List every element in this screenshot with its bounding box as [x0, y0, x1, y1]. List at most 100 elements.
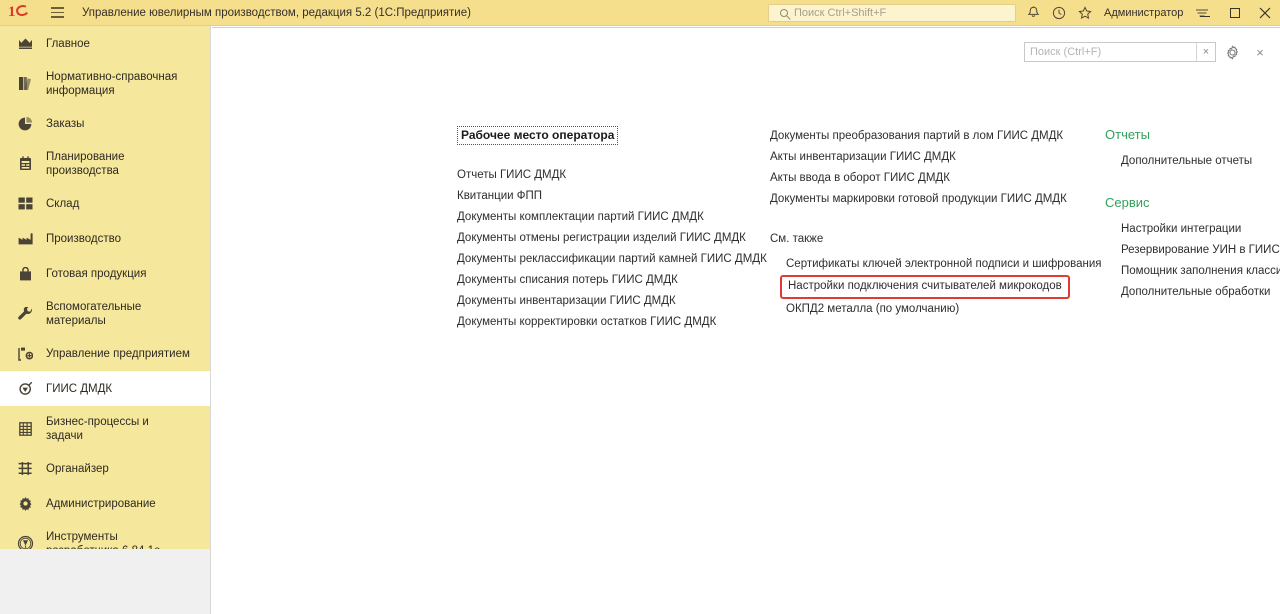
sidebar-item-label: Готовая продукция	[46, 267, 147, 280]
service-link-1[interactable]: Настройки интеграции	[1121, 219, 1280, 240]
list-blocks-icon	[14, 421, 36, 436]
close-window-button[interactable]	[1250, 0, 1280, 26]
service-link-3[interactable]: Помощник заполнения классификаторов камн…	[1121, 261, 1280, 282]
calendar-lock-icon	[14, 156, 36, 171]
star-icon[interactable]	[1072, 0, 1098, 26]
gear-icon	[14, 496, 36, 511]
link-col1-7[interactable]: Документы инвентаризации ГИИС ДМДК	[457, 291, 757, 312]
clear-search-button[interactable]: ×	[1196, 43, 1215, 61]
books-icon	[14, 76, 36, 91]
sidebar-item-label: Вспомогательные материалы	[46, 300, 142, 327]
sidebar-item-3[interactable]: Заказы	[0, 106, 210, 141]
minimize-icon	[1200, 15, 1210, 18]
title-bar-icon-group: Администратор	[1020, 0, 1215, 26]
link-col2-1[interactable]: Документы преобразования партий в лом ГИ…	[770, 126, 1090, 147]
maximize-icon	[1230, 8, 1240, 18]
sidebar-item-2[interactable]: Нормативно-справочная информация	[0, 61, 210, 106]
app-logo-icon[interactable]: 1	[8, 3, 42, 21]
link-col1-3[interactable]: Документы комплектации партий ГИИС ДМДК	[457, 207, 757, 228]
service-link-2[interactable]: Резервирование УИН в ГИИС ДМДК	[1121, 240, 1280, 261]
content-toolbar: × ×	[1024, 41, 1272, 63]
service-link-4[interactable]: Дополнительные обработки	[1121, 282, 1280, 303]
org-chart-icon	[14, 347, 36, 361]
search-icon	[780, 9, 788, 17]
link-col1-5[interactable]: Документы реклассификации партий камней …	[457, 249, 767, 270]
sidebar-item-13[interactable]: Администрирование	[0, 486, 210, 521]
bag-icon	[14, 266, 36, 281]
report-link-1[interactable]: Дополнительные отчеты	[1121, 151, 1280, 172]
content-search-box[interactable]: ×	[1024, 42, 1216, 62]
tools-badge-icon	[14, 535, 36, 549]
sidebar-item-label: Бизнес-процессы и задачи	[46, 415, 149, 442]
sidebar-item-label: Производство	[46, 232, 121, 245]
settings-button[interactable]	[1220, 41, 1244, 63]
link-col1-8[interactable]: Документы корректировки остатков ГИИС ДМ…	[457, 312, 757, 333]
hamburger-line	[50, 16, 64, 18]
link-col2-2[interactable]: Акты инвентаризации ГИИС ДМДК	[770, 147, 1090, 168]
history-icon[interactable]	[1046, 0, 1072, 26]
content-column-2: Документы преобразования партий в лом ГИ…	[770, 126, 1101, 320]
sidebar-item-10[interactable]: ГИИС ДМДК	[0, 371, 210, 406]
sidebar-item-label: Администрирование	[46, 497, 156, 510]
sidebar-item-label: Склад	[46, 197, 80, 210]
factory-icon	[14, 232, 36, 245]
gear-icon	[1226, 45, 1238, 59]
content-column-3: Отчеты Дополнительные отчеты Сервис Наст…	[1105, 126, 1280, 303]
hamburger-line	[50, 7, 64, 9]
close-icon	[1259, 7, 1271, 19]
global-search-box[interactable]: Поиск Ctrl+Shift+F	[768, 4, 1016, 22]
link-col1-2[interactable]: Квитанции ФПП	[457, 186, 757, 207]
sidebar-item-label: ГИИС ДМДК	[46, 382, 113, 395]
sidebar-item-label: Заказы	[46, 117, 85, 130]
sidebar-item-6[interactable]: Производство	[0, 221, 210, 256]
service-group-header: Сервис	[1105, 195, 1150, 210]
sidebar-item-label: Инструменты разработчика 6.84.1e	[46, 530, 160, 550]
maximize-button[interactable]	[1220, 0, 1250, 26]
pie-chart-icon	[14, 116, 36, 131]
minimize-button[interactable]	[1190, 0, 1220, 26]
main-menu-icon[interactable]	[46, 3, 68, 23]
see-also-label: См. также	[770, 233, 824, 245]
organizer-icon	[14, 462, 36, 475]
user-name-label[interactable]: Администратор	[1098, 7, 1189, 19]
link-col1-1[interactable]: Отчеты ГИИС ДМДК	[457, 165, 757, 186]
sidebar-item-11[interactable]: Бизнес-процессы и задачи	[0, 406, 210, 451]
search-input[interactable]	[1025, 43, 1196, 61]
see-also-link-1[interactable]: Сертификаты ключей электронной подписи и…	[786, 254, 1101, 275]
link-col2-4[interactable]: Документы маркировки готовой продукции Г…	[770, 189, 1090, 210]
sidebar-item-14[interactable]: Инструменты разработчика 6.84.1e	[0, 521, 210, 549]
app-title: Управление ювелирным производством, реда…	[82, 6, 471, 19]
close-section-button[interactable]: ×	[1248, 41, 1272, 63]
link-col1-4[interactable]: Документы отмены регистрации изделий ГИИ…	[457, 228, 757, 249]
crown-icon	[14, 37, 36, 50]
hamburger-line	[50, 11, 64, 14]
column2-link-list: Документы преобразования партий в лом ГИ…	[770, 126, 1090, 210]
sidebar-nav: Главное Нормативно-справочная информация З…	[0, 26, 211, 549]
sidebar-item-7[interactable]: Готовая продукция	[0, 256, 210, 291]
see-also-list: Сертификаты ключей электронной подписи и…	[770, 254, 1101, 320]
logo-one-text: 1	[8, 4, 15, 20]
link-col1-6[interactable]: Документы списания потерь ГИИС ДМДК	[457, 270, 757, 291]
sidebar-item-9[interactable]: Управление предприятием	[0, 336, 210, 371]
see-also-link-3[interactable]: ОКПД2 металла (по умолчанию)	[786, 299, 1090, 320]
main-command-workplace[interactable]: Рабочее место оператора	[457, 126, 619, 145]
sidebar-item-label: Органайзер	[46, 462, 109, 475]
reports-group-header: Отчеты	[1105, 127, 1150, 142]
content-column-1: Рабочее место оператора Отчеты ГИИС ДМДК…	[457, 126, 767, 333]
diamond-icon	[14, 381, 36, 396]
link-col2-3[interactable]: Акты ввода в оборот ГИИС ДМДК	[770, 168, 1090, 189]
sidebar-item-1[interactable]: Главное	[0, 26, 210, 61]
sidebar-item-5[interactable]: Склад	[0, 186, 210, 221]
logo-c-glyph	[14, 3, 30, 18]
sidebar-bottom-filler	[0, 549, 211, 614]
see-also-link-2[interactable]: Настройки подключения считывателей микро…	[780, 275, 1070, 299]
sidebar-item-8[interactable]: Вспомогательные материалы	[0, 291, 210, 336]
window-controls	[1190, 0, 1280, 26]
service-link-list: Настройки интеграции Резервирование УИН в…	[1105, 219, 1280, 303]
sidebar-item-4[interactable]: Планирование производства	[0, 141, 210, 186]
sidebar-item-label: Управление предприятием	[46, 347, 190, 360]
bell-icon[interactable]	[1020, 0, 1046, 26]
title-bar: 1 Управление ювелирным производством, ре…	[0, 0, 1280, 26]
content-panel: × × Рабочее место оператора Отчеты ГИИС …	[212, 27, 1280, 614]
sidebar-item-12[interactable]: Органайзер	[0, 451, 210, 486]
